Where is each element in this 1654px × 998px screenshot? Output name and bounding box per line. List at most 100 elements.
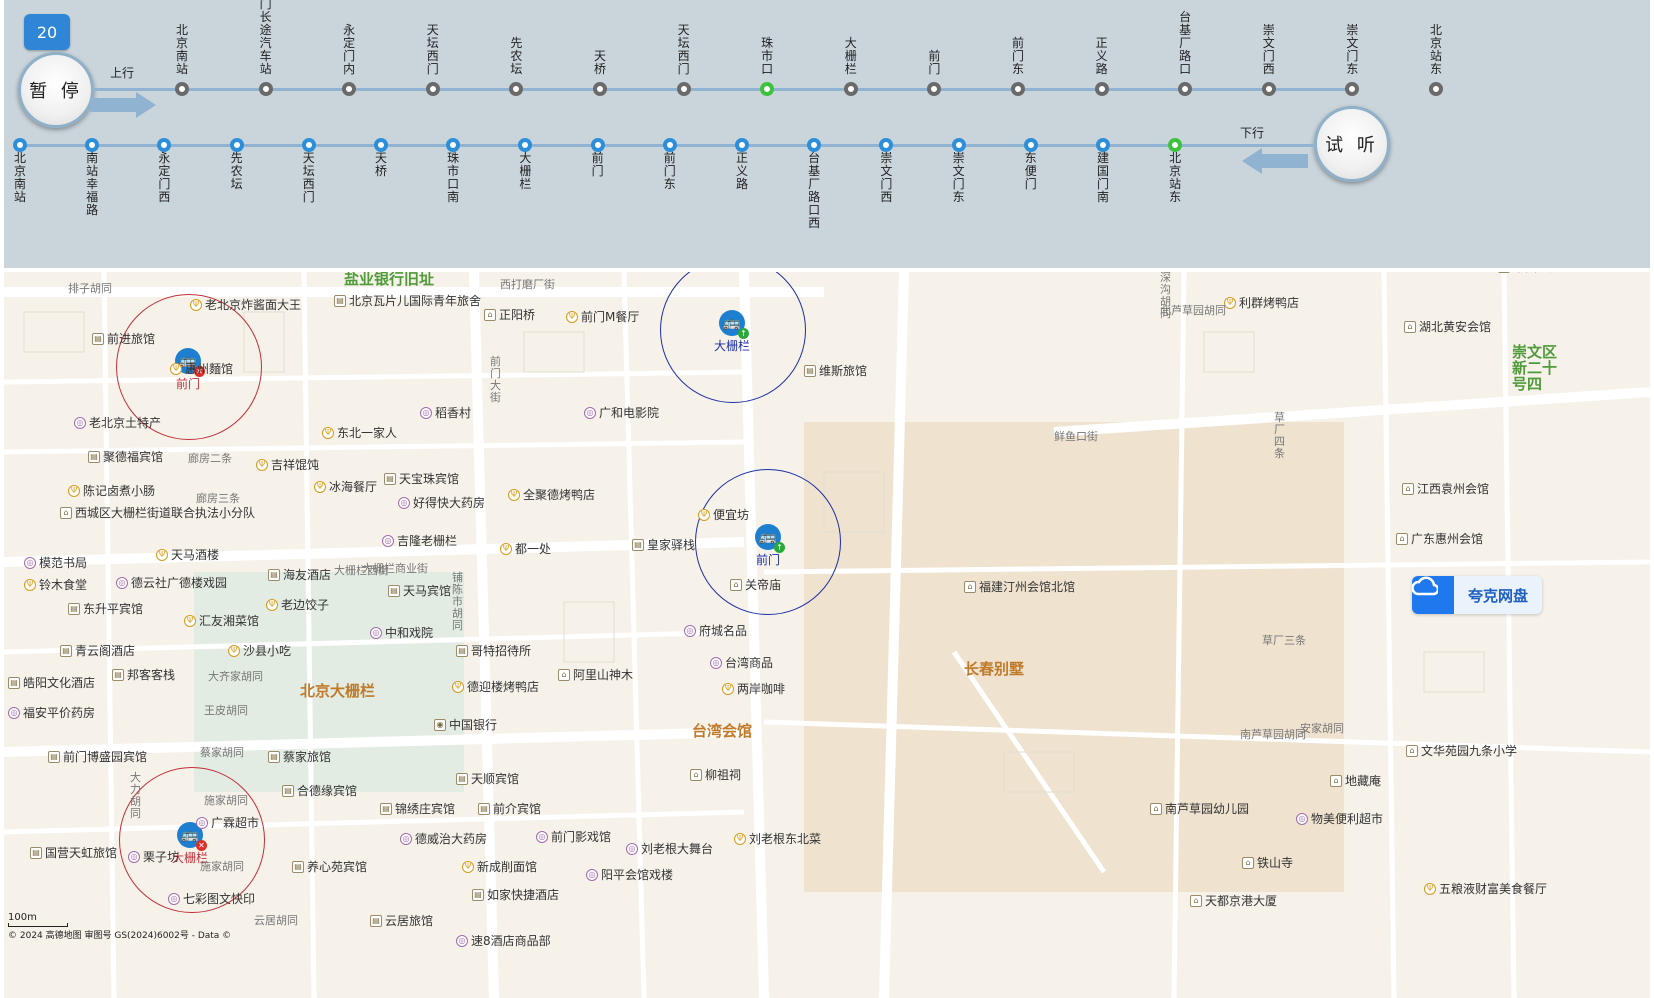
map-poi[interactable]: ⌂ 广东惠州会馆 [1396,530,1483,547]
up-stop-name[interactable]: 北京站东 [1429,24,1443,76]
up-stop-dot[interactable] [1011,82,1025,96]
up-stop-name[interactable]: 北京南站 [175,24,189,76]
map-poi[interactable]: Ψ 前门M餐厅 [566,308,639,325]
up-stop-dot[interactable] [509,82,524,96]
map-poi[interactable]: Ψ 东北一家人 [322,424,397,441]
down-stop-dot[interactable] [374,138,388,152]
map-poi[interactable]: Ψ 汇友湘菜馆 [184,612,259,629]
map-poi[interactable]: ▤ 锦绣庄宾馆 [380,800,455,817]
map-poi[interactable]: ◎ 栗子坊 [128,848,179,865]
down-stop-name[interactable]: 大栅栏 [518,152,532,191]
down-stop-name[interactable]: 台基厂路口西 [807,152,821,230]
map-poi[interactable]: Ψ 两岸咖啡 [722,680,785,697]
map-poi[interactable]: Ψ 德迎楼烤鸭店 [452,678,539,695]
map-poi[interactable]: ◎ 刘老根大舞台 [626,840,713,857]
map-poi[interactable]: ⌂ 南芦草园幼儿园 [1150,800,1249,817]
down-stop-dot[interactable] [807,138,822,152]
map-poi[interactable]: ◎ 物美便利超市 [1296,810,1383,827]
map-poi[interactable]: Ψ 冰海餐厅 [314,478,377,495]
down-stop-dot[interactable] [157,138,172,152]
map-poi[interactable]: ◎ 中和戏院 [370,624,433,641]
up-stop-name[interactable]: 天坛西门 [677,24,691,76]
down-stop-name[interactable]: 建国门南 [1096,152,1110,204]
map-poi[interactable]: ▤ 合德缘宾馆 [282,782,357,799]
map-poi[interactable]: ▤ 海友酒店 [268,566,331,583]
down-stop-dot[interactable] [735,138,749,152]
map-poi[interactable]: +中国医院 [1498,272,1561,275]
up-stop-name[interactable]: 永定门内 [342,24,356,76]
up-stop-name[interactable]: 前门 [927,50,941,76]
map-poi[interactable]: ◎ 阳平会馆戏楼 [586,866,673,883]
map-poi[interactable]: ▤ 养心苑宾馆 [292,858,367,875]
down-stop-name[interactable]: 南站幸福路 [85,152,99,217]
up-stop-name[interactable]: 台基厂路口 [1178,11,1192,76]
down-stop-dot[interactable] [13,138,27,152]
map-bus-stop[interactable]: 🚌 ↑ 前门 [755,524,785,568]
map-poi[interactable]: ⌂ 正阳桥 [484,306,535,323]
map-poi[interactable]: ▤ 前门博盛园宾馆 [48,748,147,765]
map-poi[interactable]: ⌂ 阿里山神木 [558,666,633,683]
down-stop-dot[interactable] [1023,138,1038,152]
down-stop-dot[interactable] [518,138,533,152]
up-stop-name[interactable]: 大栅栏 [844,37,858,76]
map-poi[interactable]: Ψ 老边饺子 [266,596,329,613]
down-stop-name[interactable]: 北京站东 [1168,152,1182,204]
map-poi[interactable]: Ψ 利群烤鸭店 [1224,294,1299,311]
up-stop-dot[interactable] [425,82,440,96]
down-stop-dot[interactable] [662,138,677,152]
map-poi[interactable]: Ψ 新成削面馆 [462,858,537,875]
map-poi[interactable]: ▤ 哥特招待所 [456,642,531,659]
map-poi[interactable]: ▤ 前介宾馆 [478,800,541,817]
listen-button[interactable]: 试 听 [1314,106,1390,182]
down-stop-dot[interactable] [590,138,605,152]
down-stop-dot[interactable] [951,138,966,152]
map-poi[interactable]: ⌂ 铁山寺 [1242,854,1293,871]
map-poi[interactable]: ▤ 东升平宾馆 [68,600,143,617]
map-poi[interactable]: ◎ 前门影戏馆 [536,828,611,845]
map-poi[interactable]: Ψ 铃木食堂 [24,576,87,593]
down-stop-dot[interactable] [1096,138,1110,152]
map-poi[interactable]: ▤ 天马宾馆 [388,582,451,599]
map-poi[interactable]: ◎ 府城名品 [684,622,747,639]
map-poi[interactable]: Ψ 陈记卤煮小肠 [68,482,155,499]
map-poi[interactable]: Ψ 都一处 [500,540,551,557]
down-stop-name[interactable]: 永定门西 [157,152,171,204]
down-stop-name[interactable]: 先农坛 [230,152,244,191]
map-poi[interactable]: ◎ 德威治大药房 [400,830,487,847]
map-poi[interactable]: ▤ 聚德福宾馆 [88,448,163,465]
map-poi[interactable]: ▤ 皇家驿栈 [632,536,695,553]
map-poi[interactable]: ▤ 皓阳文化酒店 [8,674,95,691]
down-stop-dot[interactable] [879,138,894,152]
quark-cloud-banner[interactable]: 夸克网盘 [1412,576,1542,614]
down-stop-dot[interactable] [229,138,244,152]
map-poi[interactable]: Ψ 便宜坊 [698,506,749,523]
map-poi[interactable]: Ψ 惠州麵馆 [170,360,233,377]
up-stop-dot[interactable] [1261,82,1276,96]
map-poi[interactable]: ▤ 云居旅馆 [370,912,433,929]
down-stop-dot[interactable] [301,138,316,152]
up-stop-dot[interactable] [1345,82,1360,96]
map-poi[interactable]: ▤ 青云阁酒店 [60,642,135,659]
map-poi[interactable]: Ψ 天马酒楼 [156,546,219,563]
map-poi[interactable]: ◎ 速8酒店商品部 [456,932,551,949]
up-stop-dot[interactable] [1429,82,1443,96]
map-poi[interactable]: ◎ 吉隆老栅栏 [382,532,457,549]
map-poi[interactable]: ⌂ 地藏庵 [1330,772,1381,789]
map-poi[interactable]: Ψ 沙县小吃 [228,642,291,659]
map-poi[interactable]: ◎ 稻香村 [420,404,471,421]
map-view[interactable]: 🚌 ✕ 前门 🚌 ↑ 大栅栏 🚌 ↑ 前门 🚌 ✕ 大栅栏 盐业银行旧址 北京大栅栏 台湾会… [4,272,1650,998]
down-stop-dot[interactable] [85,138,100,152]
map-poi[interactable]: ◎ 广霖超市 [196,814,259,831]
map-poi[interactable]: ◎ 台湾商品 [710,654,773,671]
map-poi[interactable]: ▤ 国营天虹旅馆 [30,844,117,861]
map-poi[interactable]: ⌂ 文华苑园九条小学 [1406,742,1517,759]
map-poi[interactable]: ▤ 维斯旅馆 [804,362,867,379]
up-stop-name[interactable]: 先农坛 [509,37,523,76]
map-bus-stop[interactable]: 🚌 ↑ 大栅栏 [714,310,750,354]
down-stop-name[interactable]: 珠市口南 [446,152,460,204]
up-stop-dot[interactable] [175,82,189,96]
up-stop-dot[interactable] [760,82,775,96]
up-stop-dot[interactable] [342,82,357,96]
map-poi[interactable]: ⌂交通银行旧址 [240,272,327,273]
down-stop-name[interactable]: 东便门 [1024,152,1038,191]
